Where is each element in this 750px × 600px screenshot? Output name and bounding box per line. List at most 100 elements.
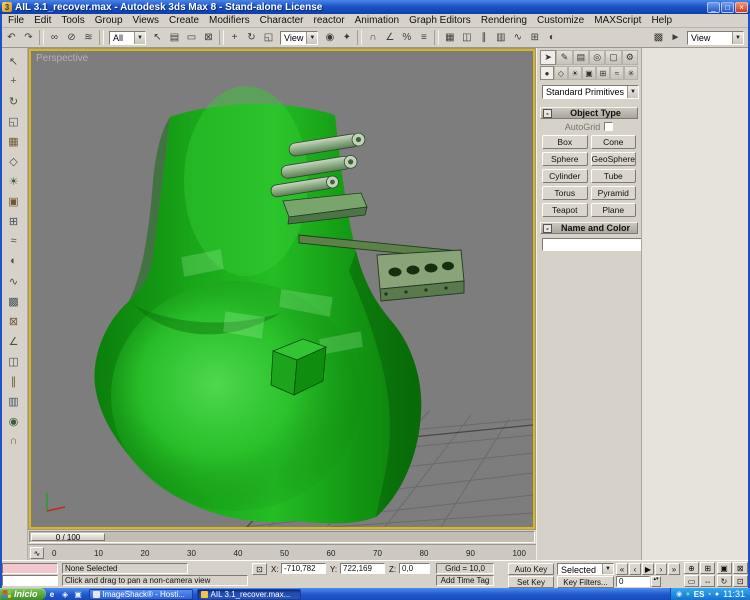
category-geometry-icon[interactable]: ● [540, 66, 554, 80]
arc-rotate-icon[interactable]: ↻ [716, 575, 732, 587]
zoom-extents-all-icon[interactable]: ⊠ [732, 562, 748, 574]
y-coordinate-field[interactable]: 722,169 [340, 563, 385, 574]
rect-region-icon[interactable]: ▭ [183, 30, 200, 46]
left-toolbar-icon[interactable]: ∠ [3, 332, 25, 350]
z-coordinate-field[interactable]: 0,0 [399, 563, 430, 574]
lock-selection-toggle[interactable]: ⊡ [252, 563, 267, 575]
tray-icon[interactable]: ♦ [686, 591, 690, 598]
object-type-button[interactable]: Sphere [542, 152, 588, 166]
category-helpers-icon[interactable]: ⊞ [596, 66, 610, 80]
maxscript-mini-listener[interactable] [2, 575, 58, 586]
key-filters-button[interactable]: Key Filters... [557, 576, 614, 588]
tray-icon[interactable]: ● [715, 591, 719, 598]
category-spacewarps-icon[interactable]: ≈ [610, 66, 624, 80]
category-lights-icon[interactable]: ☀ [568, 66, 582, 80]
viewport-canvas[interactable] [31, 51, 533, 527]
add-time-tag[interactable]: Add Time Tag [436, 575, 494, 586]
align-icon[interactable]: ∥ [475, 30, 492, 46]
play-button[interactable]: ▶ [642, 563, 654, 575]
object-type-button[interactable]: Cone [590, 135, 636, 149]
region-zoom-icon[interactable]: ▭ [684, 575, 699, 587]
layers-icon[interactable]: ▥ [492, 30, 509, 46]
minimize-button[interactable]: _ [707, 1, 720, 13]
tray-icon[interactable]: ◉ [676, 591, 682, 598]
undo-icon[interactable]: ↶ [3, 30, 20, 46]
previous-frame-button[interactable]: ‹ [629, 563, 641, 575]
named-selection-icon[interactable]: ▦ [441, 30, 458, 46]
left-toolbar-icon[interactable]: ↻ [3, 92, 25, 110]
menu-item[interactable]: Animation [350, 15, 404, 26]
spinner-snap-icon[interactable]: ≡ [415, 30, 432, 46]
tab-display[interactable]: ▢ [605, 50, 622, 65]
select-link-icon[interactable]: ∞ [46, 30, 63, 46]
unlink-icon[interactable]: ⊘ [63, 30, 80, 46]
tab-motion[interactable]: ◎ [588, 50, 606, 65]
left-toolbar-icon[interactable]: ≈ [3, 232, 25, 250]
collapse-icon[interactable]: - [543, 223, 552, 233]
menu-item[interactable]: Graph Editors [404, 15, 476, 26]
menu-item[interactable]: Create [164, 15, 204, 26]
left-toolbar-icon[interactable]: ☀ [3, 172, 25, 190]
taskbar-task-imageshack[interactable]: ImageShack® - Hosti... [88, 588, 193, 600]
rollout-object-type[interactable]: - Object Type [540, 107, 638, 119]
object-type-button[interactable]: Pyramid [590, 186, 636, 200]
left-toolbar-icon[interactable]: ⊠ [3, 312, 25, 330]
title-bar[interactable]: 3 AIL 3.1_recover.max - Autodesk 3ds Max… [0, 0, 750, 14]
left-toolbar-icon[interactable]: ▩ [3, 292, 25, 310]
reference-coordinate-dropdown[interactable]: View ▼ [280, 30, 319, 45]
tab-modify[interactable]: ✎ [556, 50, 573, 65]
menu-item[interactable]: Group [90, 15, 128, 26]
chevron-down-icon[interactable]: ▼ [732, 31, 743, 44]
taskbar-clock[interactable]: 11:31 [723, 589, 745, 599]
move-icon[interactable]: + [226, 30, 243, 46]
manipulate-icon[interactable]: ✦ [338, 30, 355, 46]
left-toolbar-icon[interactable]: ◉ [3, 412, 25, 430]
left-toolbar-icon[interactable]: ∥ [3, 372, 25, 390]
category-systems-icon[interactable]: ✳ [624, 66, 638, 80]
menu-item[interactable]: Tools [56, 15, 89, 26]
menu-item[interactable]: File [3, 15, 29, 26]
viewport-label[interactable]: Perspective [36, 53, 88, 64]
auto-key-button[interactable]: Auto Key [508, 563, 554, 575]
use-center-icon[interactable]: ◉ [321, 30, 338, 46]
snap-toggle-icon[interactable]: ∩ [364, 30, 381, 46]
model-leg[interactable] [94, 86, 465, 524]
key-mode-dropdown[interactable]: Selected ▼ [557, 563, 614, 575]
render-type-dropdown[interactable]: View ▼ [687, 30, 744, 45]
menu-item[interactable]: MAXScript [589, 15, 646, 26]
mirror-icon[interactable]: ◫ [458, 30, 475, 46]
crossing-selection-icon[interactable]: ⊠ [200, 30, 217, 46]
left-toolbar-icon[interactable]: ▣ [3, 192, 25, 210]
time-slider[interactable]: 0 / 100 [31, 533, 105, 542]
zoom-extents-icon[interactable]: ▣ [716, 562, 732, 574]
viewport-perspective[interactable]: Perspective [28, 48, 536, 530]
chevron-down-icon[interactable]: ▼ [134, 31, 145, 44]
left-toolbar-icon[interactable]: ◫ [3, 352, 25, 370]
left-toolbar-icon[interactable]: + [3, 72, 25, 90]
menu-item[interactable]: Views [128, 15, 165, 26]
autogrid-checkbox[interactable] [604, 122, 614, 131]
rotate-icon[interactable]: ↻ [243, 30, 260, 46]
next-frame-button[interactable]: › [655, 563, 667, 575]
left-toolbar-icon[interactable]: ▥ [3, 392, 25, 410]
quick-launch-icon[interactable]: ▣ [73, 589, 84, 599]
render-scene-icon[interactable]: ▩ [650, 30, 667, 46]
collapse-icon[interactable]: - [543, 108, 552, 118]
object-type-button[interactable]: Box [542, 135, 588, 149]
tab-create[interactable]: ➤ [540, 50, 557, 65]
left-toolbar-icon[interactable]: ∩ [3, 432, 25, 450]
curve-editor-icon[interactable]: ∿ [509, 30, 526, 46]
left-toolbar-icon[interactable]: ◱ [3, 112, 25, 130]
maxscript-mini-listener-macro[interactable] [2, 563, 58, 574]
object-type-button[interactable]: Torus [542, 186, 588, 200]
left-toolbar-icon[interactable]: ↖ [3, 52, 25, 70]
go-to-start-button[interactable]: « [616, 563, 628, 575]
menu-item[interactable]: Customize [532, 15, 589, 26]
quick-launch-icon[interactable]: ◈ [60, 589, 71, 599]
maximize-button[interactable]: □ [721, 1, 734, 13]
maximize-viewport-icon[interactable]: ⊡ [732, 575, 748, 587]
selection-filter-dropdown[interactable]: All ▼ [109, 30, 146, 45]
go-to-end-button[interactable]: » [668, 563, 680, 575]
language-indicator[interactable]: ES [694, 590, 705, 599]
left-toolbar-icon[interactable]: ◇ [3, 152, 25, 170]
